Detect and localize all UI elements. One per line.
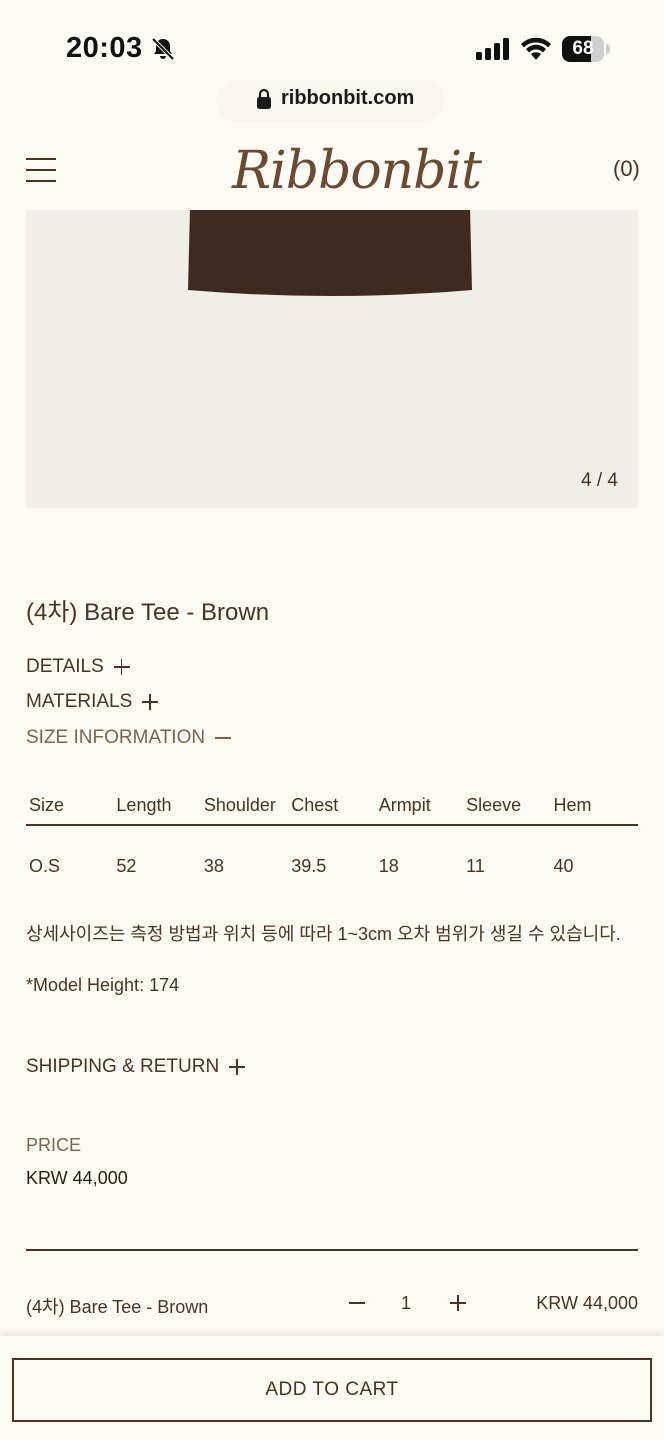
plus-icon — [142, 694, 159, 710]
details-toggle[interactable]: DETAILS — [26, 656, 130, 678]
hamburger-menu-icon[interactable] — [26, 156, 56, 184]
size-value-cell: 39.5 — [291, 855, 327, 876]
image-counter: 4 / 4 — [581, 470, 618, 491]
price-label: PRICE — [26, 1135, 82, 1155]
order-divider — [26, 1249, 638, 1251]
wifi-icon — [521, 37, 551, 60]
status-time: 20:03 — [66, 32, 143, 64]
size-header-cell: Sleeve — [466, 794, 522, 815]
size-value-cell: O.S — [29, 855, 61, 876]
plus-icon — [113, 659, 130, 675]
order-total: KRW 44,000 — [536, 1293, 638, 1313]
details-label: DETAILS — [26, 656, 104, 677]
size-information-label: SIZE INFORMATION — [26, 727, 206, 748]
size-header-cell: Hem — [553, 794, 592, 815]
product-title: (4차) Bare Tee - Brown — [26, 599, 270, 626]
bell-muted-icon — [151, 37, 175, 61]
quantity-increase-button[interactable] — [445, 1290, 471, 1316]
quantity-value: 1 — [400, 1293, 411, 1313]
price-value: KRW 44,000 — [26, 1168, 128, 1188]
brown-tee-image — [188, 210, 472, 296]
materials-toggle[interactable]: MATERIALS — [26, 691, 159, 713]
size-header-cell: Size — [29, 794, 65, 815]
size-note: 상세사이즈는 측정 방법과 위치 등에 따라 1~3cm 오차 범위가 생길 수… — [26, 924, 621, 944]
size-header-cell: Armpit — [378, 794, 431, 815]
model-height: *Model Height: 174 — [26, 975, 180, 995]
brand-logo[interactable]: Ribbonbit — [232, 136, 482, 206]
battery-percent: 68 — [572, 38, 594, 59]
size-value-cell: 18 — [378, 855, 399, 876]
size-value-cell: 38 — [203, 855, 224, 876]
lock-icon — [257, 88, 271, 109]
shipping-return-label: SHIPPING & RETURN — [26, 1056, 220, 1077]
cellular-signal-icon — [476, 38, 509, 60]
shipping-return-toggle[interactable]: SHIPPING & RETURN — [26, 1056, 246, 1078]
size-header-cell: Chest — [291, 794, 339, 815]
battery-indicator: 68 — [562, 36, 610, 62]
order-item-name: (4차) Bare Tee - Brown — [26, 1297, 209, 1317]
cart-count[interactable]: (0) — [613, 156, 640, 182]
url-text[interactable]: ribbonbit.com — [281, 87, 414, 110]
add-to-cart-button[interactable]: ADD TO CART — [12, 1358, 652, 1422]
size-table-header: Size Length Shoulder Chest Armpit Sleeve… — [26, 786, 638, 826]
table-row: O.S 52 38 39.5 18 11 40 — [26, 826, 638, 906]
size-value-cell: 52 — [116, 855, 137, 876]
product-image[interactable]: 4 / 4 — [26, 210, 638, 508]
size-header-cell: Length — [116, 794, 172, 815]
size-value-cell: 40 — [553, 855, 574, 876]
size-table: Size Length Shoulder Chest Armpit Sleeve… — [26, 786, 638, 906]
minus-icon — [215, 730, 232, 746]
size-information-toggle[interactable]: SIZE INFORMATION — [26, 727, 232, 749]
size-value-cell: 11 — [466, 855, 485, 876]
quantity-decrease-button[interactable] — [344, 1290, 370, 1316]
plus-icon — [229, 1059, 246, 1075]
size-header-cell: Shoulder — [203, 794, 276, 815]
materials-label: MATERIALS — [26, 691, 133, 712]
